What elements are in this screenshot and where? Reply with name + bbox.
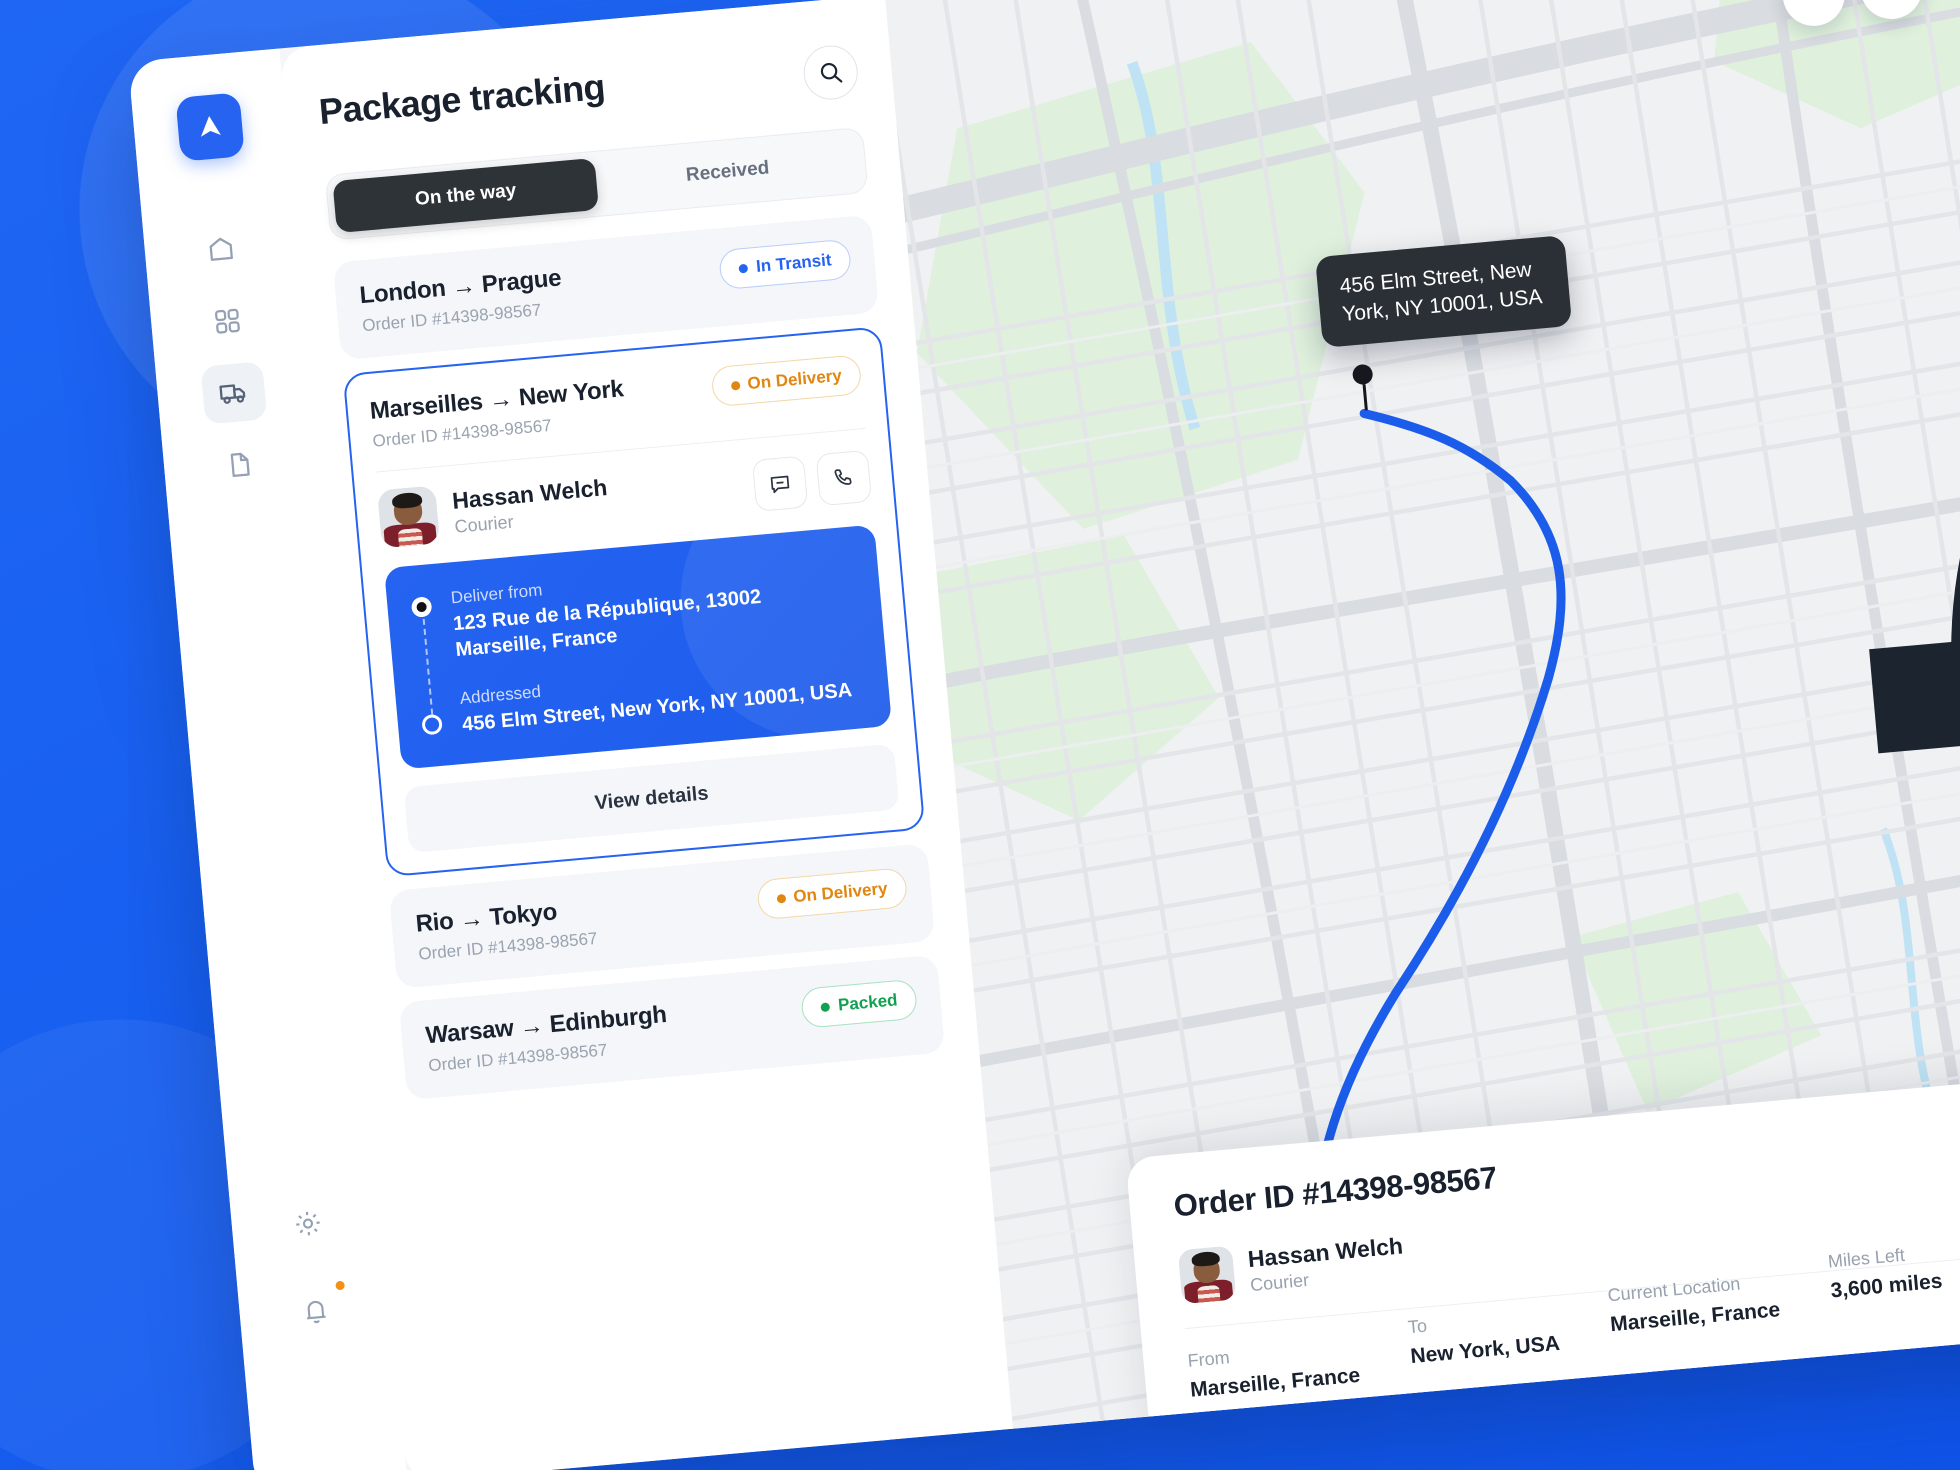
search-icon[interactable] (801, 43, 861, 102)
sidebar-item-documents[interactable] (207, 433, 274, 496)
stat-value: Marseille, France (1609, 1298, 1782, 1337)
phone-icon[interactable] (815, 449, 873, 507)
status-dot (776, 893, 786, 904)
address-card: Deliver from 123 Rue de la République, 1… (384, 524, 893, 770)
status-badge: Packed (800, 978, 919, 1029)
map-controls (1780, 0, 1960, 1225)
stat-label: Miles Left (1827, 1244, 1906, 1272)
map[interactable]: 456 Elm Street, New York, NY 10001, USA … (884, 0, 1960, 1429)
status-label: Packed (837, 990, 899, 1015)
status-badge: In Transit (718, 238, 853, 291)
address-to: Addressed 456 Elm Street, New York, NY 1… (459, 653, 864, 738)
message-icon[interactable] (751, 455, 809, 512)
route-dashed-line (422, 618, 433, 715)
avatar (377, 485, 441, 549)
stat-value: Marseille, France (1189, 1363, 1362, 1402)
app-logo-icon[interactable] (175, 92, 245, 162)
page-title: Package tracking (317, 65, 607, 133)
bell-icon[interactable] (282, 1278, 349, 1343)
status-badge: On Delivery (755, 867, 909, 921)
tab-on-the-way[interactable]: On the way (332, 157, 599, 234)
stat-to: To New York, USA (1407, 1304, 1562, 1383)
plus-icon[interactable] (1857, 0, 1926, 22)
status-dot (730, 380, 741, 391)
origin-marker (410, 596, 433, 618)
stat-value: New York, USA (1409, 1331, 1561, 1369)
stat-from: From Marseille, France (1187, 1336, 1361, 1403)
status-label: On Delivery (746, 365, 843, 394)
app-window: Package tracking On the way Received Lon… (128, 0, 1960, 1470)
sidebar-item-dashboard[interactable] (194, 290, 261, 353)
destination-marker (421, 713, 443, 736)
order-id: Order ID #14398-98567 (1172, 1159, 1499, 1224)
status-label: On Delivery (792, 878, 889, 907)
sidebar-nav (188, 218, 274, 496)
status-label: In Transit (755, 250, 833, 276)
sidebar-bottom (275, 1192, 363, 1470)
status-dot (738, 263, 749, 273)
courier-actions (751, 449, 873, 512)
panel-header: Package tracking (317, 43, 861, 145)
address-from: Deliver from 123 Rue de la République, 1… (450, 553, 857, 663)
package-tracking-panel: Package tracking On the way Received Lon… (279, 0, 1013, 1470)
avatar (1177, 1245, 1237, 1305)
stat-current-location: Current Location Marseille, France (1607, 1270, 1784, 1365)
status-badge: On Delivery (709, 354, 863, 408)
tab-received[interactable]: Received (594, 135, 861, 210)
notification-badge (333, 1278, 348, 1293)
route-markers (410, 590, 445, 741)
package-card-marseilles-newyork[interactable]: Marseilles → New York Order ID #14398-98… (342, 326, 926, 878)
sidebar-item-shipments[interactable] (200, 361, 268, 425)
sidebar-item-home[interactable] (188, 218, 255, 281)
stat-value: 3,600 miles (1829, 1269, 1944, 1303)
gear-icon[interactable] (275, 1192, 342, 1255)
package-list: London → Prague Order ID #14398-98567 In… (332, 214, 946, 1101)
status-dot (820, 1001, 831, 1012)
map-pin (1351, 363, 1376, 412)
stat-miles-left: Miles Left 3,600 miles (1827, 1242, 1947, 1346)
